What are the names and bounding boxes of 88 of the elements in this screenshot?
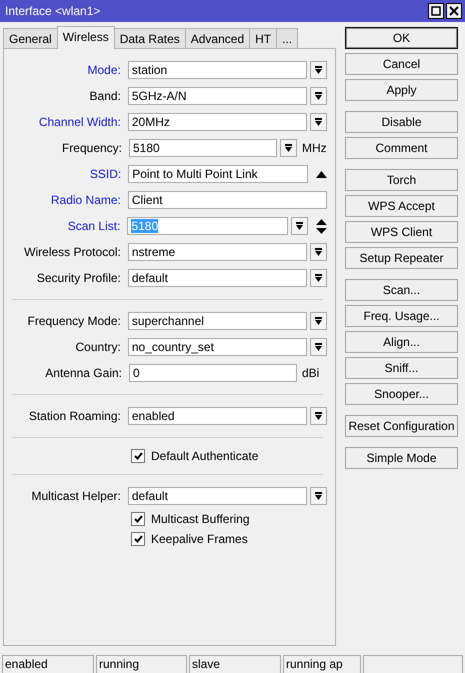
tab[interactable]: Data Rates <box>114 28 186 48</box>
dropdown-button[interactable] <box>310 61 327 79</box>
status-cell: running ap <box>283 655 361 673</box>
input-field[interactable]: default <box>128 269 308 287</box>
up-triangle-icon[interactable] <box>316 170 327 178</box>
dialog-button[interactable]: Disable <box>345 111 458 133</box>
field-label: Band: <box>88 89 121 103</box>
checkbox-label: Keepalive Frames <box>151 532 248 546</box>
input-field[interactable]: Point to Multi Point Link <box>128 165 308 183</box>
unit-label: dBi <box>302 366 320 380</box>
dropdown-arrow-icon <box>314 248 324 256</box>
dialog-button[interactable]: Align... <box>345 331 458 353</box>
input-field[interactable]: 5GHz-A/N <box>128 87 308 105</box>
dropdown-arrow-icon <box>284 144 293 152</box>
dropdown-arrow-icon <box>314 316 324 326</box>
field-label: Radio Name: <box>50 193 121 207</box>
field-label: Security Profile: <box>36 271 121 285</box>
dropdown-arrow-icon <box>314 66 324 74</box>
dropdown-button[interactable] <box>280 139 297 157</box>
dropdown-button[interactable] <box>310 312 327 330</box>
close-icon[interactable] <box>446 3 462 19</box>
field-label: Mode: <box>86 63 121 77</box>
maximize-icon[interactable] <box>428 3 444 19</box>
checkbox[interactable] <box>131 532 145 546</box>
dialog-button[interactable]: Cancel <box>345 53 458 75</box>
dropdown-arrow-icon <box>314 492 324 500</box>
field-label: Channel Width: <box>38 115 121 129</box>
dialog-button[interactable]: Torch <box>345 169 458 191</box>
dropdown-button[interactable] <box>310 407 327 425</box>
dialog-button[interactable]: WPS Client <box>345 221 458 243</box>
dialog-button[interactable]: WPS Accept <box>345 195 458 217</box>
dropdown-arrow-icon <box>314 412 324 420</box>
tab[interactable]: Advanced <box>184 28 250 48</box>
checkbox[interactable] <box>131 449 145 463</box>
dropdown-button[interactable] <box>310 338 327 356</box>
input-field[interactable]: superchannel <box>128 312 308 330</box>
dialog-button[interactable]: Reset Configuration <box>345 415 458 437</box>
tab[interactable]: ... <box>276 28 298 48</box>
dropdown-button[interactable] <box>291 217 308 235</box>
dropdown-arrow-icon <box>314 342 324 352</box>
input-field[interactable]: enabled <box>128 407 308 425</box>
window-title: Interface <wlan1> <box>5 4 102 18</box>
field-label: Multicast Helper: <box>30 489 121 503</box>
dropdown-arrow-icon <box>314 92 324 100</box>
dropdown-button[interactable] <box>310 113 327 131</box>
dropdown-button[interactable] <box>310 269 327 287</box>
dialog-button[interactable]: OK <box>345 27 458 49</box>
status-cell: enabled <box>2 655 94 673</box>
dialog-button[interactable]: Snooper... <box>345 383 458 405</box>
tab[interactable]: HT <box>249 28 278 48</box>
checkbox-label: Multicast Buffering <box>151 512 250 526</box>
dialog-button[interactable]: Setup Repeater <box>345 247 458 269</box>
input-field[interactable]: 0 <box>129 364 297 382</box>
tab[interactable]: Wireless <box>56 26 115 49</box>
up-down-arrow-icon[interactable] <box>316 218 327 234</box>
dialog-button[interactable]: Sniff... <box>345 357 458 379</box>
status-cell: running <box>96 655 187 673</box>
status-cell: slave <box>189 655 281 673</box>
unit-label: MHz <box>302 141 327 155</box>
checkbox[interactable] <box>131 512 145 526</box>
dropdown-button[interactable] <box>310 243 327 261</box>
dropdown-button[interactable] <box>310 87 327 105</box>
input-field[interactable]: default <box>128 487 308 505</box>
dropdown-button[interactable] <box>310 487 327 505</box>
tab[interactable]: General <box>3 28 58 48</box>
field-label: Scan List: <box>66 219 120 233</box>
field-label: Frequency: <box>60 141 122 155</box>
input-field[interactable]: no_country_set <box>128 338 308 356</box>
dialog-button[interactable]: Comment <box>345 137 458 159</box>
field-label: Station Roaming: <box>28 409 121 423</box>
field-label: Antenna Gain: <box>44 366 122 380</box>
dialog-button[interactable]: Freq. Usage... <box>345 305 458 327</box>
field-label: Wireless Protocol: <box>23 245 121 259</box>
input-field[interactable]: station <box>128 61 308 79</box>
dialog-button[interactable]: Scan... <box>345 279 458 301</box>
field-label: SSID: <box>88 167 122 181</box>
field-label: Frequency Mode: <box>26 314 121 328</box>
dropdown-arrow-icon <box>314 274 324 282</box>
checkbox-label: Default Authenticate <box>151 449 258 463</box>
dropdown-arrow-icon <box>295 222 304 230</box>
dialog-button[interactable]: Apply <box>345 79 458 101</box>
field-label: Country: <box>74 340 121 354</box>
input-field[interactable]: 5180 <box>129 139 277 157</box>
dropdown-arrow-icon <box>314 118 324 126</box>
input-field[interactable]: 20MHz <box>128 113 308 131</box>
input-field[interactable]: nstreme <box>128 243 308 261</box>
input-field[interactable]: Client <box>128 191 327 209</box>
dialog-button[interactable]: Simple Mode <box>345 447 458 469</box>
